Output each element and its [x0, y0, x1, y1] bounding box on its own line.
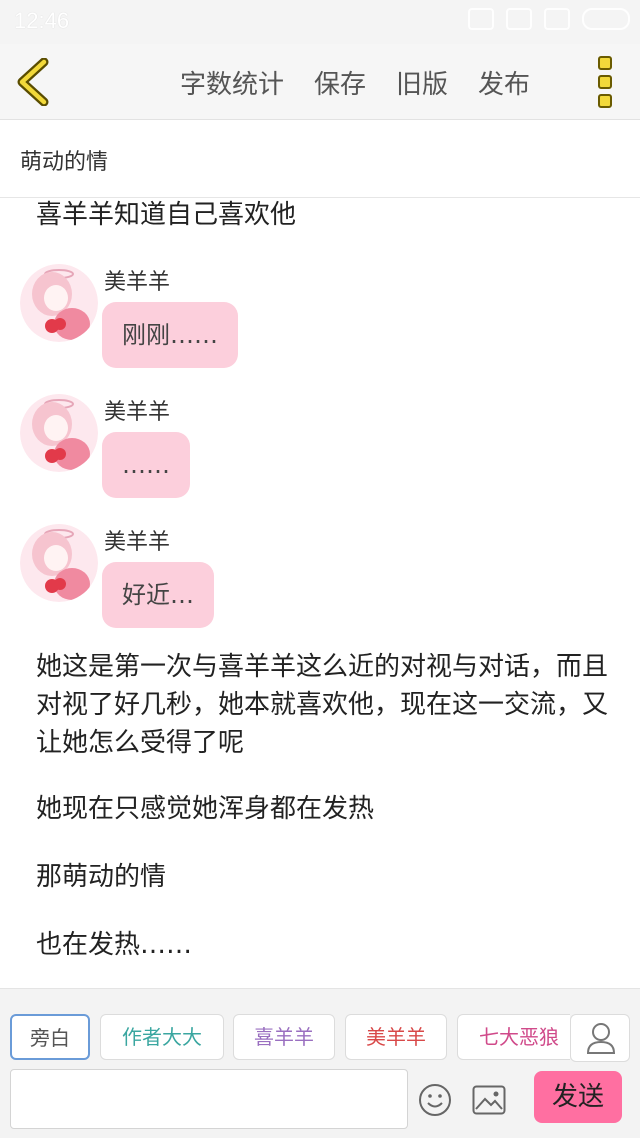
role-chip-narrator[interactable]: 旁白: [10, 1014, 90, 1060]
message-sender: 美羊羊: [104, 530, 171, 555]
avatar: [20, 264, 98, 342]
old-version-button[interactable]: 旧版: [396, 64, 448, 101]
message-bubble: 好近…: [102, 562, 214, 628]
composer-bar: 旁白 作者大大 喜羊羊 美羊羊 七大恶狼 发送: [0, 988, 640, 1138]
status-time: 12:46: [14, 8, 70, 33]
avatar: [20, 524, 98, 602]
role-chip-xiyangyang[interactable]: 喜羊羊: [233, 1014, 335, 1060]
chat-message: 美羊羊 ……: [20, 394, 420, 504]
story-paragraph: 她这是第一次与喜羊羊这么近的对视与对话，而且对视了好几秒，她本就喜欢他，现在这一…: [36, 652, 609, 758]
story-paragraph: 也在发热……: [36, 930, 193, 960]
chat-message: 美羊羊 刚刚……: [20, 264, 420, 374]
user-icon: [586, 1023, 616, 1054]
save-button[interactable]: 保存: [314, 64, 366, 101]
battery-icon: [582, 8, 630, 30]
more-menu-button[interactable]: [598, 56, 616, 108]
character-avatar-icon: [20, 264, 98, 342]
back-arrow-icon: [17, 57, 49, 107]
menu-dot-icon: [598, 56, 612, 70]
back-button[interactable]: [14, 57, 54, 107]
avatar: [20, 394, 98, 472]
story-paragraph: 她现在只感觉她浑身都在发热: [36, 794, 375, 824]
toolbar-actions: 字数统计 保存 旧版 发布: [180, 64, 560, 101]
chat-message: 美羊羊 好近…: [20, 524, 420, 634]
chapter-title-bar[interactable]: 萌动的情: [0, 120, 640, 198]
menu-dot-icon: [598, 94, 612, 108]
wifi-icon: [506, 8, 532, 30]
status-icons: [468, 8, 630, 30]
message-input[interactable]: [10, 1069, 408, 1129]
message-sender: 美羊羊: [104, 400, 171, 425]
role-chip-wolves[interactable]: 七大恶狼: [457, 1014, 570, 1060]
role-chip-meiyangyang[interactable]: 美羊羊: [345, 1014, 447, 1060]
story-paragraph: 喜羊羊知道自己喜欢他: [36, 200, 297, 230]
send-button[interactable]: 发送: [534, 1071, 622, 1123]
message-bubble: 刚刚……: [102, 302, 238, 368]
editor-toolbar: 字数统计 保存 旧版 发布: [0, 44, 640, 120]
role-chip-author[interactable]: 作者大大: [100, 1014, 224, 1060]
message-bubble: ……: [102, 432, 190, 498]
character-avatar-icon: [20, 394, 98, 472]
image-button[interactable]: [472, 1085, 506, 1115]
emoji-button[interactable]: [418, 1083, 452, 1117]
message-sender: 美羊羊: [104, 270, 171, 295]
story-paragraph: 那萌动的情: [36, 862, 167, 892]
status-bar: 12:46: [0, 0, 640, 44]
publish-button[interactable]: 发布: [478, 64, 530, 101]
role-selector: 旁白 作者大大 喜羊羊 美羊羊 七大恶狼: [10, 1014, 570, 1062]
chapter-title: 萌动的情: [20, 150, 109, 175]
emoji-icon: [419, 1084, 451, 1116]
word-count-button[interactable]: 字数统计: [180, 64, 284, 101]
character-avatar-icon: [20, 524, 98, 602]
signal-icon: [468, 8, 494, 30]
sim-icon: [544, 8, 570, 30]
add-role-button[interactable]: [570, 1014, 630, 1062]
menu-dot-icon: [598, 75, 612, 89]
image-icon: [472, 1085, 506, 1115]
